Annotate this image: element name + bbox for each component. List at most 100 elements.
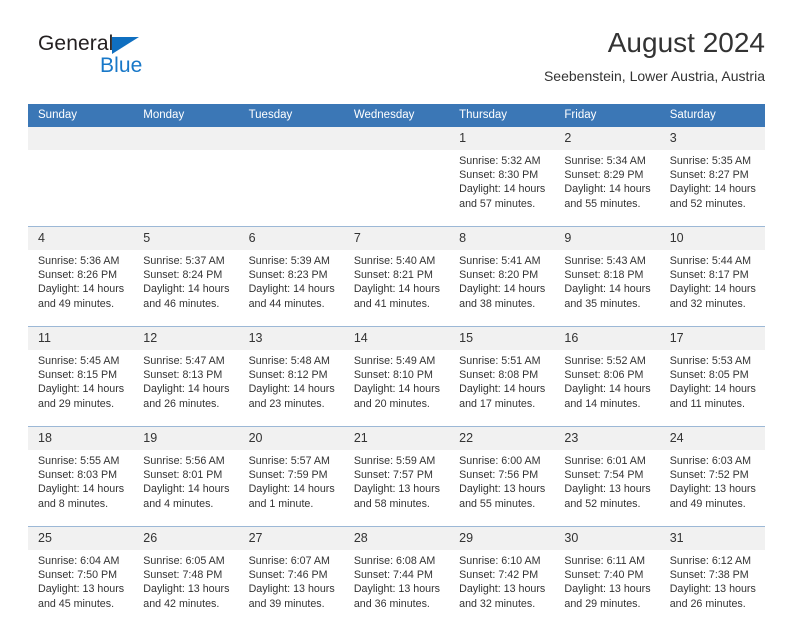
day-cell[interactable]: Sunrise: 6:04 AM Sunset: 7:50 PM Dayligh… (28, 550, 134, 626)
day-number[interactable]: 10 (659, 227, 765, 250)
day-number[interactable]: 4 (28, 227, 134, 250)
day-cell[interactable]: Sunrise: 6:00 AM Sunset: 7:56 PM Dayligh… (449, 450, 555, 526)
sunrise-text: Sunrise: 5:53 AM (669, 355, 752, 367)
day-number[interactable]: 17 (659, 327, 765, 350)
day-number[interactable]: 18 (28, 427, 134, 450)
day-number[interactable]: 25 (28, 527, 134, 550)
sunrise-text: Sunrise: 5:57 AM (248, 455, 330, 467)
daylight-text: Daylight: 14 hours and 8 minutes. (38, 483, 125, 510)
day-cell[interactable]: Sunrise: 5:35 AM Sunset: 8:27 PM Dayligh… (659, 150, 765, 226)
day-cell[interactable]: Sunrise: 6:01 AM Sunset: 7:54 PM Dayligh… (554, 450, 660, 526)
day-cell[interactable]: Sunrise: 5:32 AM Sunset: 8:30 PM Dayligh… (449, 150, 555, 226)
day-number[interactable]: 12 (133, 327, 239, 350)
week-row-daynumbers: 18 19 20 21 22 23 24 (28, 427, 765, 450)
day-number[interactable]: 1 (449, 127, 555, 150)
day-number[interactable]: 28 (343, 527, 450, 550)
sunset-text: Sunset: 7:48 PM (143, 569, 223, 582)
day-number[interactable]: 27 (238, 527, 344, 550)
day-number[interactable]: 24 (659, 427, 765, 450)
day-number[interactable]: 13 (238, 327, 344, 350)
day-number[interactable]: 14 (343, 327, 450, 350)
day-number[interactable]: 3 (659, 127, 765, 150)
day-number[interactable]: 2 (554, 127, 660, 150)
day-cell[interactable]: Sunrise: 5:59 AM Sunset: 7:57 PM Dayligh… (343, 450, 450, 526)
sunrise-text: Sunrise: 6:00 AM (459, 455, 541, 467)
day-cell[interactable]: Sunrise: 5:49 AM Sunset: 8:10 PM Dayligh… (343, 350, 450, 426)
day-cell[interactable] (238, 150, 344, 226)
day-number[interactable] (133, 127, 239, 150)
sunset-text: Sunset: 7:59 PM (248, 469, 328, 482)
day-number[interactable]: 6 (238, 227, 344, 250)
title-block: August 2024 Seebenstein, Lower Austria, … (544, 26, 765, 86)
daylight-text: Daylight: 13 hours and 45 minutes. (38, 583, 125, 610)
day-cell[interactable]: Sunrise: 5:55 AM Sunset: 8:03 PM Dayligh… (28, 450, 134, 526)
day-cell[interactable]: Sunrise: 5:56 AM Sunset: 8:01 PM Dayligh… (133, 450, 239, 526)
day-number[interactable]: 21 (343, 427, 450, 450)
day-number[interactable]: 16 (554, 327, 660, 350)
day-cell[interactable]: Sunrise: 5:57 AM Sunset: 7:59 PM Dayligh… (238, 450, 344, 526)
day-cell[interactable] (28, 150, 134, 226)
day-number[interactable]: 29 (449, 527, 555, 550)
day-cell[interactable]: Sunrise: 5:44 AM Sunset: 8:17 PM Dayligh… (659, 250, 765, 326)
day-cell[interactable]: Sunrise: 5:43 AM Sunset: 8:18 PM Dayligh… (554, 250, 660, 326)
day-cell[interactable]: Sunrise: 6:08 AM Sunset: 7:44 PM Dayligh… (343, 550, 450, 626)
calendar-header-row: Sunday Monday Tuesday Wednesday Thursday… (28, 104, 765, 127)
day-cell[interactable]: Sunrise: 5:47 AM Sunset: 8:13 PM Dayligh… (133, 350, 239, 426)
day-cell[interactable]: Sunrise: 5:34 AM Sunset: 8:29 PM Dayligh… (554, 150, 660, 226)
day-number[interactable]: 15 (449, 327, 555, 350)
sunset-text: Sunset: 8:24 PM (143, 269, 223, 282)
day-number[interactable]: 9 (554, 227, 660, 250)
sunrise-text: Sunrise: 6:08 AM (353, 555, 436, 567)
sunset-text: Sunset: 8:23 PM (248, 269, 328, 282)
sunset-text: Sunset: 7:44 PM (353, 569, 433, 582)
sunrise-text: Sunrise: 6:10 AM (459, 555, 541, 567)
day-number[interactable]: 26 (133, 527, 239, 550)
day-cell[interactable]: Sunrise: 5:51 AM Sunset: 8:08 PM Dayligh… (449, 350, 555, 426)
sunrise-text: Sunrise: 5:41 AM (459, 255, 541, 267)
day-number[interactable] (28, 127, 134, 150)
day-cell[interactable]: Sunrise: 5:45 AM Sunset: 8:15 PM Dayligh… (28, 350, 134, 426)
day-cell[interactable]: Sunrise: 5:36 AM Sunset: 8:26 PM Dayligh… (28, 250, 134, 326)
day-cell[interactable] (133, 150, 239, 226)
day-cell[interactable]: Sunrise: 6:03 AM Sunset: 7:52 PM Dayligh… (659, 450, 765, 526)
day-cell[interactable]: Sunrise: 6:12 AM Sunset: 7:38 PM Dayligh… (659, 550, 765, 626)
sunset-text: Sunset: 8:08 PM (459, 369, 539, 382)
calendar-body: 1 2 3 Sunrise: 5:32 AM Sunset: 8:30 PM D… (28, 127, 765, 626)
day-cell[interactable]: Sunrise: 5:48 AM Sunset: 8:12 PM Dayligh… (238, 350, 344, 426)
weekday-header-friday: Friday (554, 104, 660, 127)
day-number[interactable]: 19 (133, 427, 239, 450)
day-cell[interactable]: Sunrise: 6:05 AM Sunset: 7:48 PM Dayligh… (133, 550, 239, 626)
day-number[interactable] (343, 127, 450, 150)
day-cell[interactable]: Sunrise: 6:07 AM Sunset: 7:46 PM Dayligh… (238, 550, 344, 626)
day-cell[interactable]: Sunrise: 5:41 AM Sunset: 8:20 PM Dayligh… (449, 250, 555, 326)
day-cell[interactable]: Sunrise: 5:40 AM Sunset: 8:21 PM Dayligh… (343, 250, 450, 326)
day-cell[interactable]: Sunrise: 6:10 AM Sunset: 7:42 PM Dayligh… (449, 550, 555, 626)
day-number[interactable]: 23 (554, 427, 660, 450)
sunset-text: Sunset: 8:06 PM (564, 369, 644, 382)
sunset-text: Sunset: 7:54 PM (564, 469, 644, 482)
day-cell[interactable]: Sunrise: 5:37 AM Sunset: 8:24 PM Dayligh… (133, 250, 239, 326)
weekday-header-thursday: Thursday (449, 104, 555, 127)
day-cell[interactable]: Sunrise: 5:39 AM Sunset: 8:23 PM Dayligh… (238, 250, 344, 326)
day-cell[interactable] (343, 150, 450, 226)
sunset-text: Sunset: 8:30 PM (459, 169, 539, 182)
day-number[interactable]: 11 (28, 327, 134, 350)
sunrise-text: Sunrise: 5:43 AM (564, 255, 646, 267)
day-number[interactable]: 20 (238, 427, 344, 450)
daylight-text: Daylight: 14 hours and 1 minute. (248, 483, 335, 510)
day-number[interactable]: 5 (133, 227, 239, 250)
general-blue-logo[interactable]: General Blue (38, 32, 228, 90)
day-number[interactable]: 22 (449, 427, 555, 450)
day-number[interactable]: 31 (659, 527, 765, 550)
daylight-text: Daylight: 14 hours and 14 minutes. (564, 383, 651, 410)
day-cell[interactable]: Sunrise: 6:11 AM Sunset: 7:40 PM Dayligh… (554, 550, 660, 626)
sunrise-text: Sunrise: 5:52 AM (564, 355, 646, 367)
day-number[interactable]: 8 (449, 227, 555, 250)
day-number[interactable] (238, 127, 344, 150)
sunset-text: Sunset: 7:38 PM (669, 569, 749, 582)
day-number[interactable]: 7 (343, 227, 450, 250)
day-cell[interactable]: Sunrise: 5:52 AM Sunset: 8:06 PM Dayligh… (554, 350, 660, 426)
daylight-text: Daylight: 14 hours and 4 minutes. (143, 483, 230, 510)
day-cell[interactable]: Sunrise: 5:53 AM Sunset: 8:05 PM Dayligh… (659, 350, 765, 426)
day-number[interactable]: 30 (554, 527, 660, 550)
